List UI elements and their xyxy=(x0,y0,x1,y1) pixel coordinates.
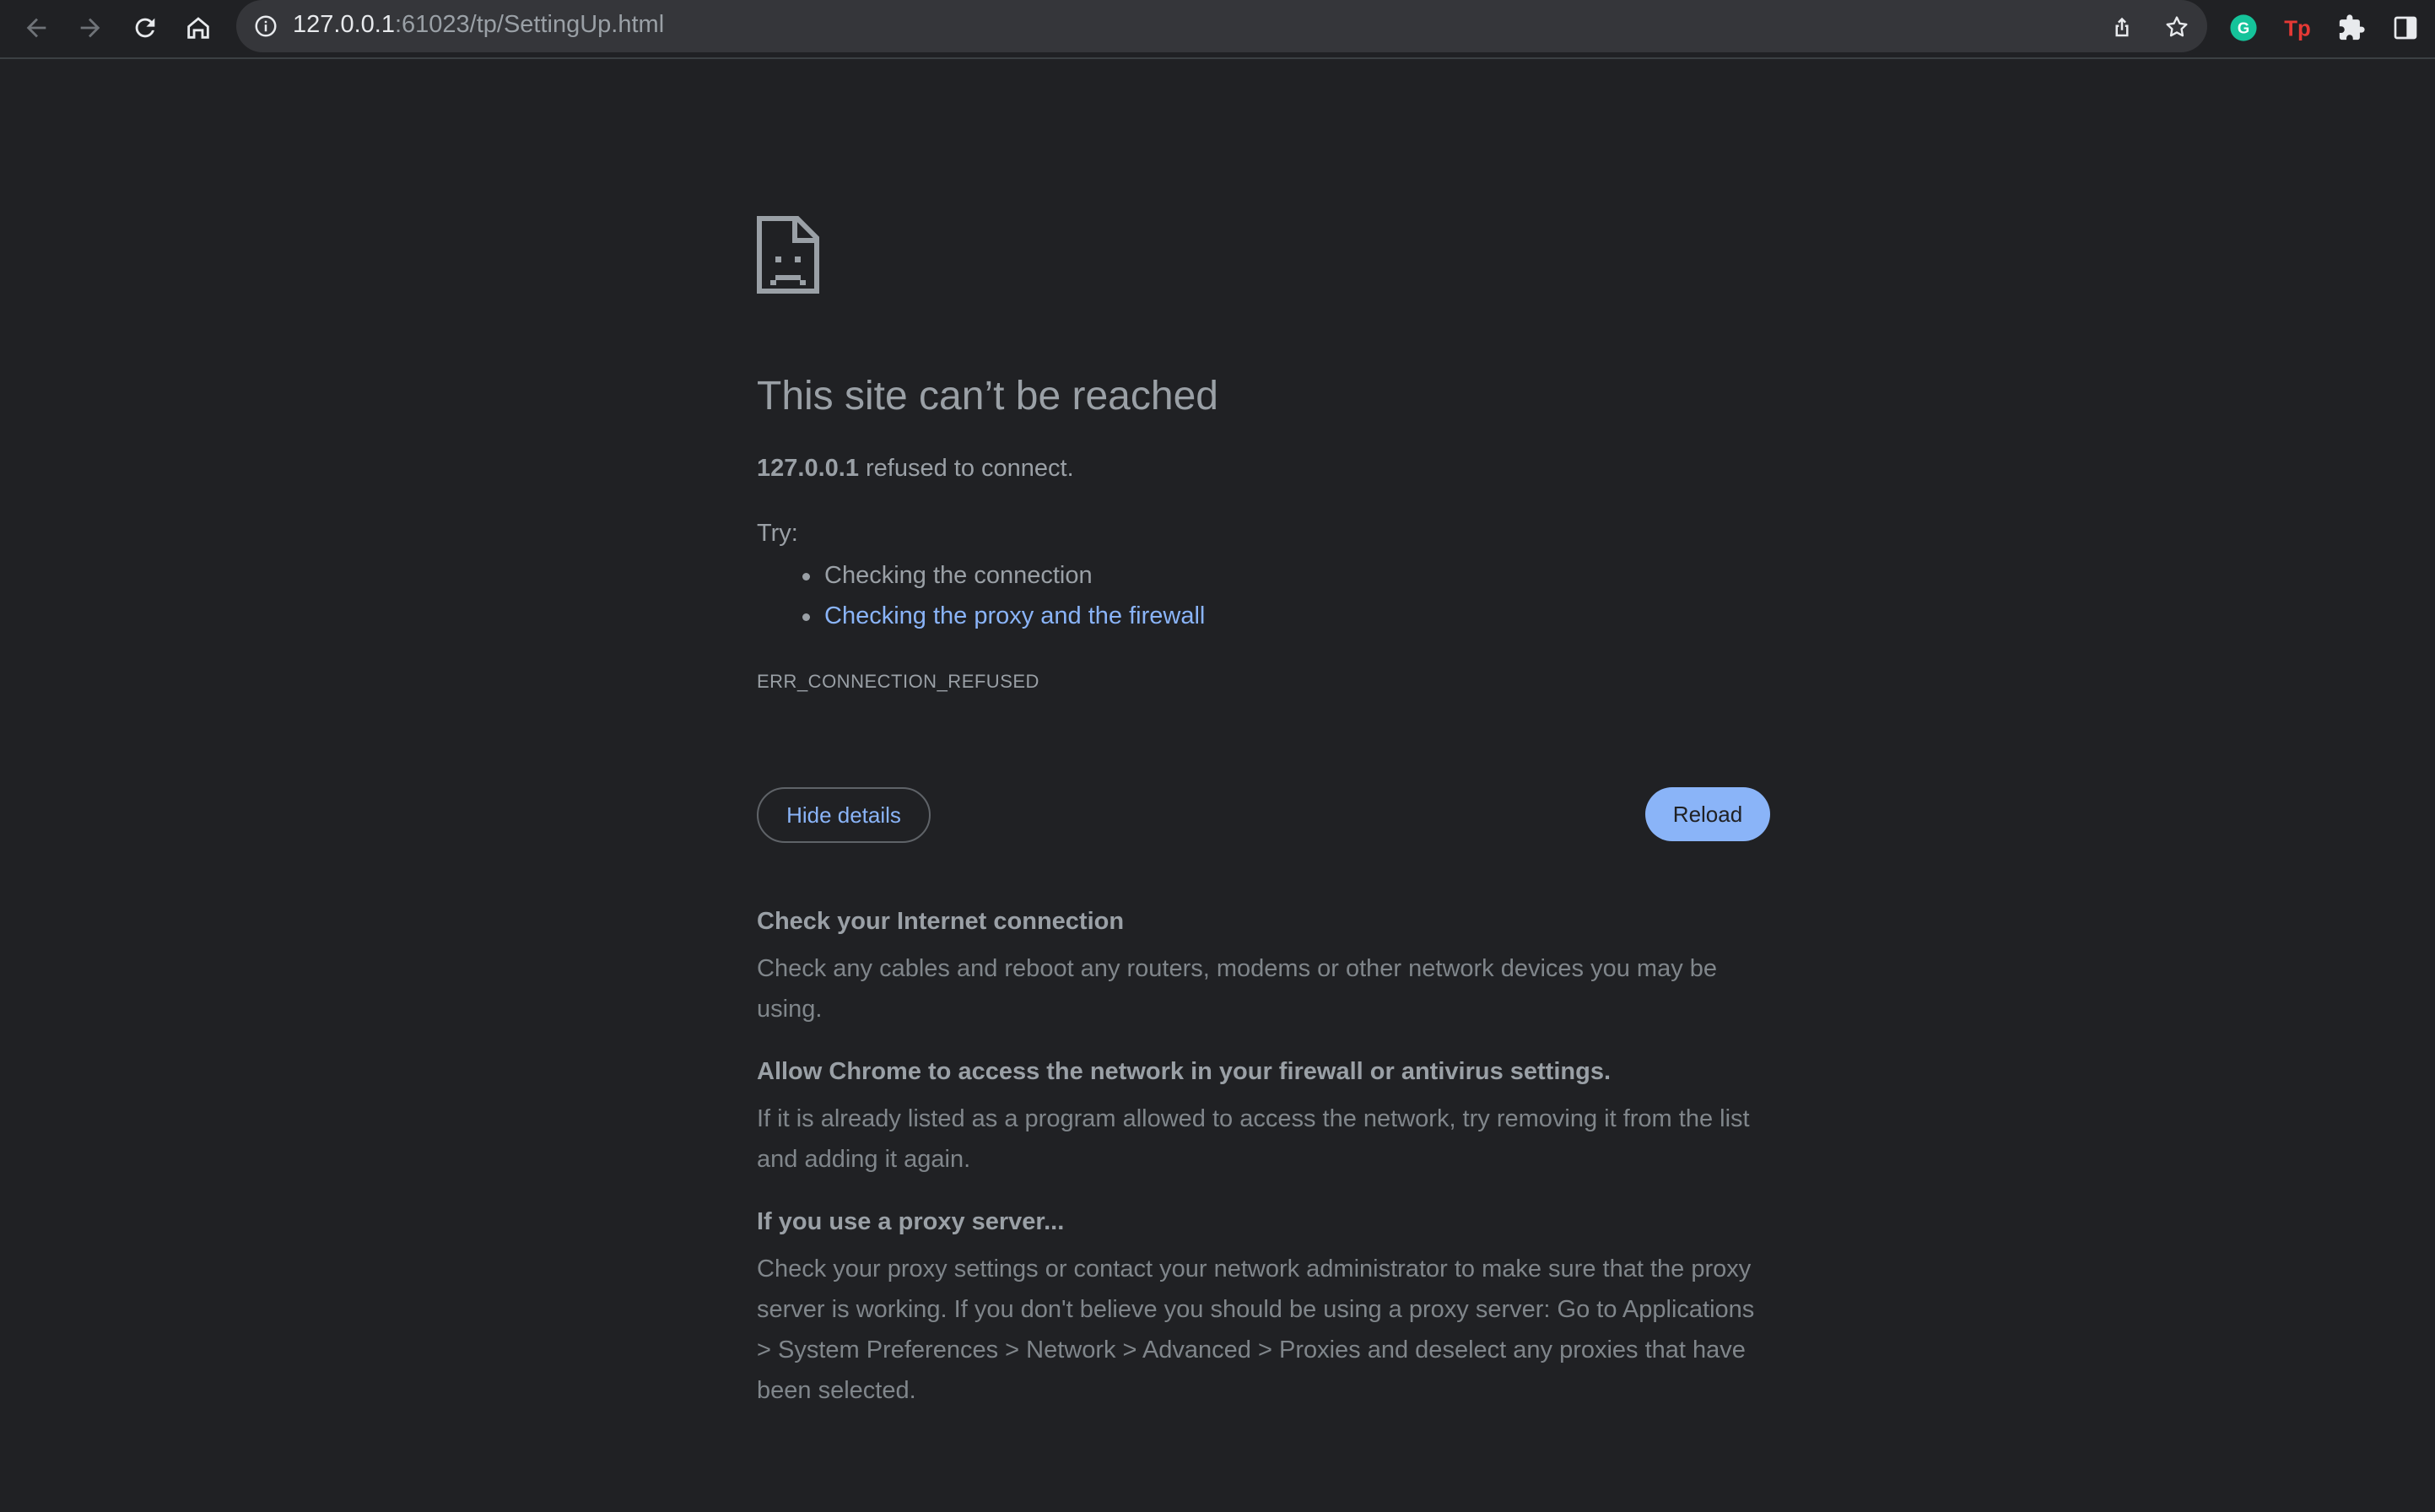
sad-document-icon xyxy=(757,216,819,294)
star-icon xyxy=(2166,16,2188,37)
side-panel-button[interactable] xyxy=(2384,7,2427,49)
detail-body: Check any cables and reboot any routers,… xyxy=(757,955,1718,1023)
error-summary-text: refused to connect. xyxy=(858,455,1074,482)
forward-button[interactable] xyxy=(69,7,111,49)
address-url[interactable]: 127.0.0.1:61023/tp/SettingUp.html xyxy=(293,9,664,40)
detail-title: Allow Chrome to access the network in yo… xyxy=(757,1058,1612,1085)
puzzle-icon xyxy=(2339,14,2365,40)
back-arrow-icon xyxy=(26,18,46,38)
suggestion-check-connection: Checking the connection xyxy=(757,555,1205,596)
suggestion-check-proxy-firewall[interactable]: Checking the proxy and the firewall xyxy=(757,596,1205,636)
extensions-button[interactable] xyxy=(2330,7,2373,49)
grammarly-extension-icon: G xyxy=(2230,14,2257,41)
error-code: ERR_CONNECTION_REFUSED xyxy=(757,671,1039,692)
error-summary: 127.0.0.1 refused to connect. xyxy=(757,450,1074,487)
grammarly-extension-button[interactable]: G xyxy=(2222,7,2265,49)
tp-extension-button[interactable]: Tp xyxy=(2276,7,2319,49)
details-section: Check your Internet connection Check any… xyxy=(757,903,1769,1434)
suggestions-list: Checking the connection Checking the pro… xyxy=(757,555,1205,636)
detail-block: Check your Internet connection Check any… xyxy=(757,903,1769,1029)
detail-block: If you use a proxy server... Check your … xyxy=(757,1203,1769,1411)
home-button[interactable] xyxy=(177,7,219,49)
reload-button[interactable]: Reload xyxy=(1645,787,1770,841)
reload-icon xyxy=(135,18,155,38)
detail-title: If you use a proxy server... xyxy=(757,1208,1065,1235)
address-host: 127.0.0.1 xyxy=(293,11,395,38)
error-headline: This site can’t be reached xyxy=(757,374,1218,418)
bookmark-button[interactable] xyxy=(2160,10,2194,44)
home-icon xyxy=(187,17,209,39)
detail-block: Allow Chrome to access the network in yo… xyxy=(757,1053,1769,1180)
tp-extension-icon: Tp xyxy=(2284,18,2310,41)
detail-body: Check your proxy settings or contact you… xyxy=(757,1256,1755,1404)
share-button[interactable] xyxy=(2105,10,2139,44)
info-icon[interactable] xyxy=(253,14,278,39)
reload-page-button[interactable] xyxy=(124,7,166,49)
hide-details-button[interactable]: Hide details xyxy=(757,787,931,843)
browser-toolbar: 127.0.0.1:61023/tp/SettingUp.html G Tp xyxy=(0,0,2435,59)
detail-title: Check your Internet connection xyxy=(757,908,1125,935)
share-icon xyxy=(2115,17,2129,37)
side-panel-icon xyxy=(2394,16,2417,40)
back-button[interactable] xyxy=(15,7,57,49)
error-host: 127.0.0.1 xyxy=(757,455,859,482)
tp-label: Tp xyxy=(2284,18,2310,41)
grammarly-label: G xyxy=(2238,19,2249,36)
forward-arrow-icon xyxy=(80,18,100,38)
address-path: :61023/tp/SettingUp.html xyxy=(394,11,665,38)
proxy-firewall-link[interactable]: Checking the proxy and the firewall xyxy=(824,602,1205,629)
address-bar[interactable]: 127.0.0.1:61023/tp/SettingUp.html xyxy=(236,0,2207,52)
detail-body: If it is already listed as a program all… xyxy=(757,1105,1750,1173)
try-label: Try: xyxy=(757,520,798,547)
